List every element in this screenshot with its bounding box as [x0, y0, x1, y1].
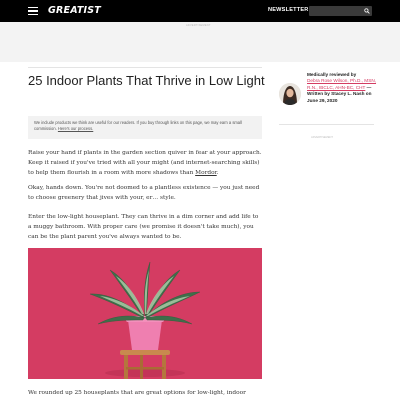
mordor-link[interactable]: Mordor	[195, 170, 217, 176]
search-input[interactable]	[309, 6, 361, 16]
reviewer-text: Medically reviewed by Debra Rose Wilson,…	[307, 72, 377, 104]
site-logo[interactable]: GREATIST	[48, 5, 101, 16]
plant-illustration	[28, 248, 262, 379]
site-header: GREATIST NEWSLETTER	[0, 0, 400, 22]
writer-name[interactable]: Stacey L. Nash	[331, 91, 364, 96]
sidebar-divider	[279, 124, 374, 125]
paragraph-2: Okay, hands down. You're not doomed to a…	[28, 183, 262, 203]
sidebar-ad-label: ADVERTISEMENT	[311, 136, 334, 139]
title-divider	[28, 67, 262, 68]
menu-icon[interactable]	[28, 7, 38, 16]
paragraph-3: Enter the low-light houseplant. They can…	[28, 212, 262, 242]
avatar	[279, 83, 301, 105]
paragraph-1: Raise your hand if plants in the garden …	[28, 148, 262, 178]
paragraph-text: Raise your hand if plants in the garden …	[28, 150, 262, 176]
reviewer-heading: Medically reviewed by	[307, 72, 357, 77]
paragraph-text-end: .	[216, 170, 219, 176]
ad-label: ADVERTISEMENT	[186, 24, 211, 27]
paragraph-text: Enter the low-light houseplant. They can…	[28, 214, 259, 240]
paragraph-4: We rounded up 25 houseplants that are gr…	[28, 388, 262, 400]
paragraph-text: We rounded up 25 houseplants that are gr…	[28, 390, 246, 396]
hero-image	[28, 248, 262, 379]
search-box[interactable]	[309, 6, 372, 16]
newsletter-link[interactable]: NEWSLETTER	[268, 7, 309, 13]
search-icon[interactable]	[364, 8, 370, 14]
page-title: 25 Indoor Plants That Thrive in Low Ligh…	[28, 73, 265, 88]
top-ad-slot: ADVERTISEMENT	[0, 22, 400, 62]
affiliate-disclosure: We include products we think are useful …	[28, 116, 262, 139]
process-link[interactable]: Here's our process.	[58, 126, 93, 131]
paragraph-text: Okay, hands down. You're not doomed to a…	[28, 185, 260, 201]
